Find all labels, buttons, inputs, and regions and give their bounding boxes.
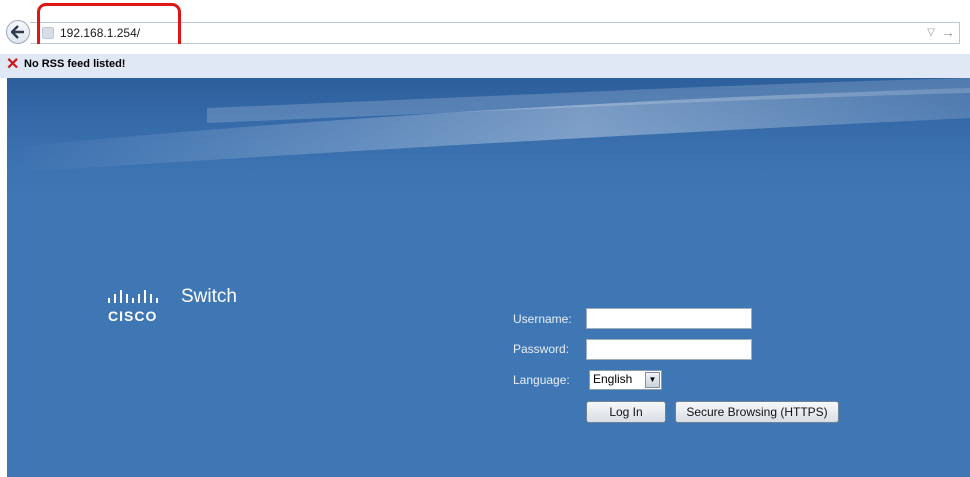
cisco-bars-icon: [108, 290, 158, 303]
password-input[interactable]: [586, 339, 752, 360]
browser-toolbar: 192.168.1.254/ ▽ →: [0, 0, 970, 54]
password-label: Password:: [513, 342, 570, 356]
close-x-icon: ✕: [6, 56, 20, 73]
login-page: CISCO Switch Username: Password: Languag…: [7, 78, 970, 477]
username-label: Username:: [513, 312, 572, 326]
language-select[interactable]: English ▼: [589, 370, 662, 390]
rss-bar: ✕ No RSS feed listed!: [0, 44, 970, 78]
forward-arrow-icon[interactable]: →: [941, 24, 955, 40]
secure-browsing-button[interactable]: Secure Browsing (HTTPS): [675, 401, 839, 423]
chevron-down-icon: ▼: [645, 372, 660, 388]
username-input[interactable]: [586, 308, 752, 329]
back-arrow-icon: [11, 25, 24, 39]
login-button[interactable]: Log In: [586, 401, 666, 423]
language-label: Language:: [513, 373, 570, 387]
product-name: Switch: [181, 286, 237, 307]
banner-swoosh: [7, 78, 970, 173]
rss-message: No RSS feed listed!: [24, 58, 126, 70]
logo-text: CISCO: [108, 308, 158, 324]
back-button[interactable]: [6, 20, 30, 44]
dropdown-arrow-icon[interactable]: ▽: [927, 27, 935, 38]
language-value: English: [593, 372, 633, 386]
